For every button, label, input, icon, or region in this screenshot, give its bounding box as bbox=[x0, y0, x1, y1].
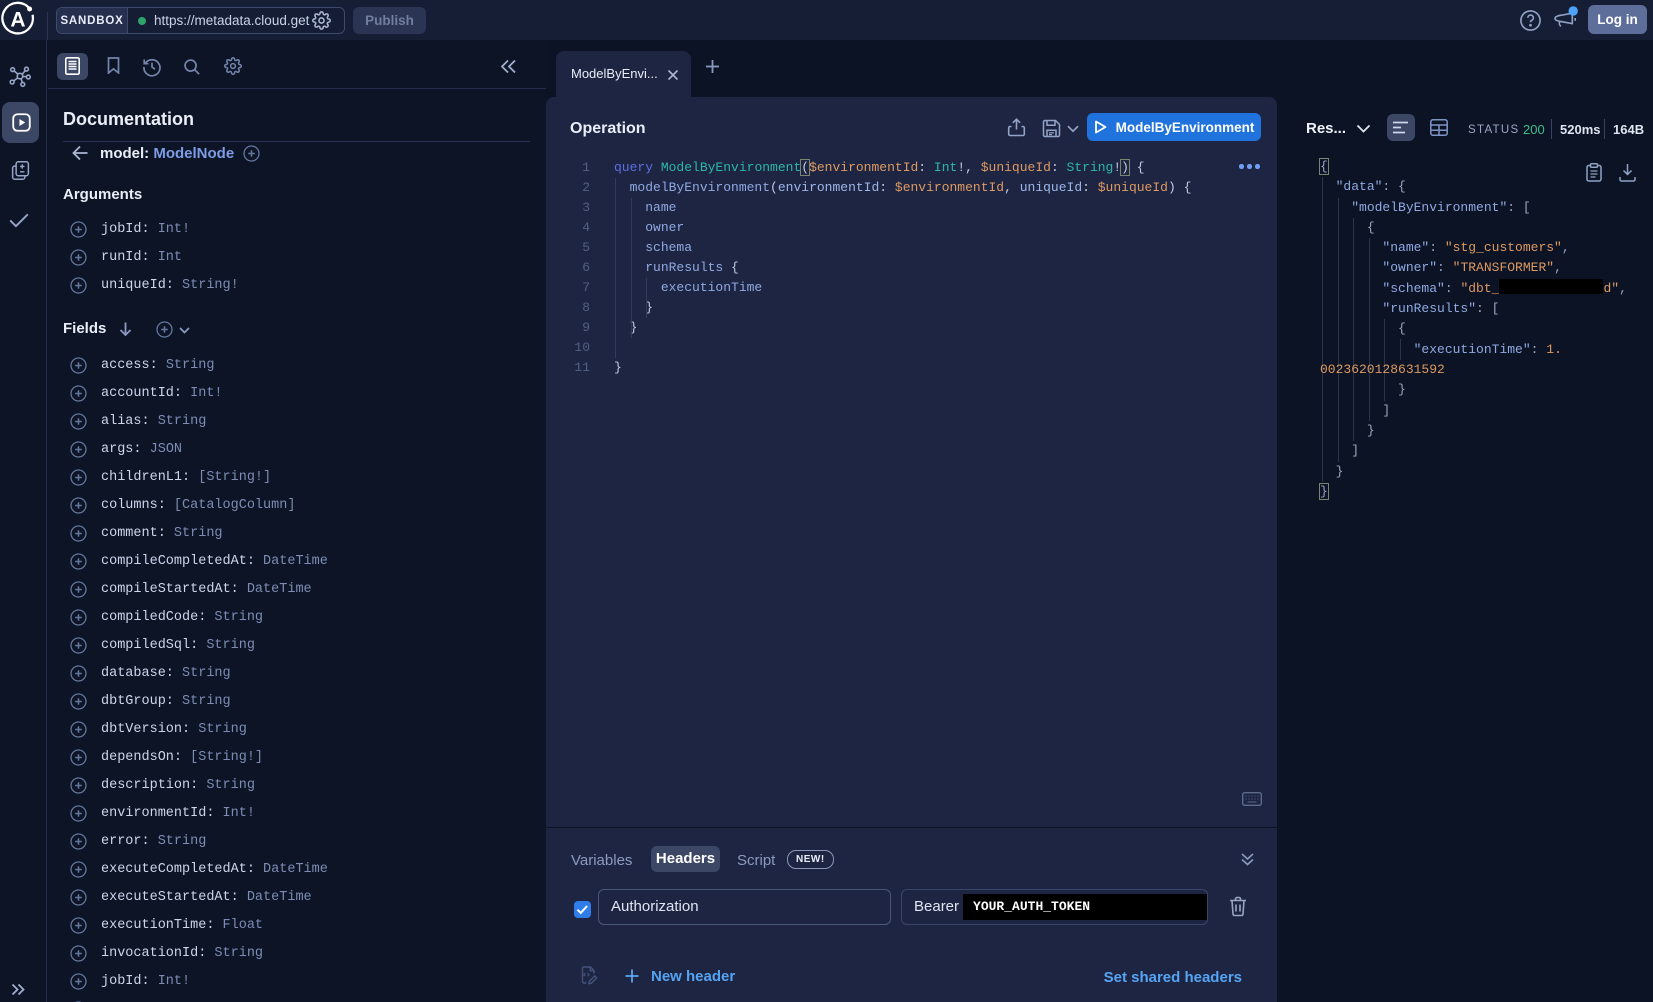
svg-text:A: A bbox=[10, 9, 25, 32]
